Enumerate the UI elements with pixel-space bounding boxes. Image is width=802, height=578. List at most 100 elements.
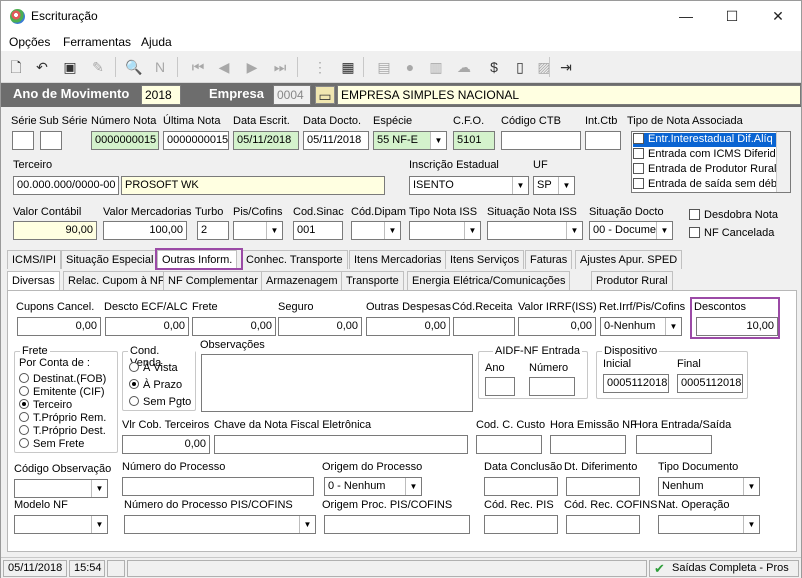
chevron-down-icon[interactable]: ▼ — [430, 132, 446, 149]
radio-circle[interactable] — [19, 373, 29, 383]
preview-icon[interactable]: 🔍 — [125, 58, 143, 76]
radio-circle[interactable] — [129, 362, 139, 372]
tipo-nota-item[interactable]: Entrada de saída sem débi — [633, 178, 776, 192]
codigo-ctb-field[interactable] — [501, 131, 581, 150]
tab-produtor-rural[interactable]: Produtor Rural — [591, 271, 673, 290]
descto-ecf-field[interactable]: 0,00 — [105, 317, 189, 336]
tab-energia-eletrica[interactable]: Energia Elétrica/Comunicações — [407, 271, 571, 290]
desdobra-checkbox[interactable]: Desdobra Nota — [689, 209, 778, 221]
tree-icon[interactable]: ⋮ — [311, 58, 329, 76]
chave-field[interactable] — [214, 435, 468, 454]
serie-field[interactable] — [12, 131, 34, 150]
first-record-icon[interactable]: ⏮ — [189, 58, 207, 76]
radio-circle[interactable] — [19, 399, 29, 409]
frete-radio-sem-frete[interactable]: Sem Frete — [19, 438, 84, 450]
tab-icms-ipi[interactable]: ICMS/IPI — [7, 250, 62, 269]
cfo-field[interactable]: 5101 — [453, 131, 495, 150]
final-field[interactable]: 0005112018 — [677, 374, 743, 393]
origem-select[interactable]: 0 - Nenhum ▼ — [324, 477, 422, 496]
cod-sinac-field[interactable]: 001 — [293, 221, 343, 240]
turbo-field[interactable]: 2 — [197, 221, 229, 240]
radio-circle[interactable] — [19, 438, 29, 448]
frete-radio-fob[interactable]: Destinat.(FOB) — [19, 373, 106, 385]
chevron-down-icon[interactable]: ▼ — [299, 516, 315, 533]
radio-circle[interactable] — [19, 412, 29, 422]
chevron-down-icon[interactable]: ▼ — [405, 478, 421, 495]
numero-nota-field[interactable]: 0000000015 — [91, 131, 159, 150]
exit-icon[interactable]: ⇥ — [557, 58, 575, 76]
cloud-icon[interactable]: ☁ — [455, 58, 473, 76]
cond-radio-sem-pgto[interactable]: Sem Pgto — [129, 396, 191, 408]
frete-radio-terceiro[interactable]: Terceiro — [19, 399, 72, 411]
hora-entrada-field[interactable] — [636, 435, 712, 454]
tab-transporte[interactable]: Transporte — [341, 271, 404, 290]
data-conclusao-field[interactable] — [484, 477, 558, 496]
cod-dipam-select[interactable]: ▼ — [351, 221, 401, 240]
numero-aidf-field[interactable] — [529, 377, 575, 396]
next-record-icon[interactable]: ▶ — [243, 58, 261, 76]
tab-armazenagem[interactable]: Armazenagem — [261, 271, 343, 290]
ano-aidf-field[interactable] — [485, 377, 515, 396]
tab-nf-complementar[interactable]: NF Complementar — [163, 271, 263, 290]
book-icon[interactable]: ▯ — [511, 58, 529, 76]
inscricao-select[interactable]: ISENTO ▼ — [409, 176, 529, 195]
tipo-nota-item[interactable]: Entrada com ICMS Diferido — [633, 148, 776, 162]
tools-icon[interactable]: ▨ — [535, 58, 553, 76]
modelo-nf-select[interactable]: ▼ — [14, 515, 108, 534]
delete-icon[interactable]: ✎ — [89, 58, 107, 76]
money-icon[interactable]: $ — [485, 58, 503, 76]
num-proc-pis-select[interactable]: ▼ — [124, 515, 316, 534]
radio-circle[interactable] — [129, 379, 139, 389]
situacao-iss-select[interactable]: ▼ — [487, 221, 583, 240]
empresa-code-field[interactable]: 0004 — [273, 85, 311, 105]
irrf-field[interactable]: 0,00 — [518, 317, 596, 336]
tab-faturas[interactable]: Faturas — [525, 250, 573, 269]
chevron-down-icon[interactable]: ▼ — [384, 222, 400, 239]
cod-rec-pis-field[interactable] — [484, 515, 558, 534]
pis-cofins-select[interactable]: ▼ — [233, 221, 283, 240]
tipo-nota-item[interactable]: Entrada de Produtor Rural — [633, 163, 776, 177]
subserie-field[interactable] — [40, 131, 62, 150]
tab-relac-cupom[interactable]: Relac. Cupom à NF — [63, 271, 170, 290]
document-icon[interactable]: ▤ — [375, 58, 393, 76]
vlr-cob-field[interactable]: 0,00 — [122, 435, 210, 454]
ret-select[interactable]: 0-Nenhum ▼ — [600, 317, 682, 336]
especie-select[interactable]: 55 NF-E ▼ — [373, 131, 447, 150]
uf-select[interactable]: SP ▼ — [533, 176, 575, 195]
tab-conhec-transporte[interactable]: Conhec. Transporte — [241, 250, 348, 269]
close-button[interactable]: ✕ — [755, 1, 801, 31]
chevron-down-icon[interactable]: ▼ — [464, 222, 480, 239]
chevron-down-icon[interactable]: ▼ — [743, 516, 759, 533]
int-ctb-field[interactable] — [585, 131, 621, 150]
seguro-field[interactable]: 0,00 — [278, 317, 362, 336]
cod-obs-select[interactable]: ▼ — [14, 479, 108, 498]
tipo-doc-select[interactable]: Nenhum ▼ — [658, 477, 760, 496]
chevron-down-icon[interactable]: ▼ — [91, 480, 107, 497]
chevron-down-icon[interactable]: ▼ — [512, 177, 528, 194]
tipo-nota-item[interactable]: Entr.Interestadual Dif.Alíq — [633, 133, 776, 147]
observacoes-field[interactable] — [201, 354, 473, 412]
minimize-button[interactable]: — — [663, 1, 709, 31]
frete-radio-proprio-rem[interactable]: T.Próprio Rem. — [19, 412, 106, 424]
tab-diversas[interactable]: Diversas — [7, 271, 60, 291]
dt-diferimento-field[interactable] — [566, 477, 640, 496]
scrollbar[interactable] — [776, 132, 790, 192]
cod-rec-cofins-field[interactable] — [566, 515, 640, 534]
menu-ajuda[interactable]: Ajuda — [141, 35, 172, 49]
cupons-field[interactable]: 0,00 — [17, 317, 101, 336]
frete-radio-cif[interactable]: Emitente (CIF) — [19, 386, 105, 398]
chevron-down-icon[interactable]: ▼ — [558, 177, 574, 194]
nat-op-select[interactable]: ▼ — [658, 515, 760, 534]
tab-ajustes-apur-sped[interactable]: Ajustes Apur. SPED — [575, 250, 683, 269]
chevron-down-icon[interactable]: ▼ — [566, 222, 582, 239]
folders-icon[interactable]: ▥ — [427, 58, 445, 76]
chevron-down-icon[interactable]: ▼ — [656, 222, 672, 239]
checkbox-box[interactable] — [689, 209, 700, 220]
situacao-docto-select[interactable]: 00 - Documen ▼ — [589, 221, 673, 240]
radio-circle[interactable] — [19, 386, 29, 396]
frete-radio-proprio-dest[interactable]: T.Próprio Dest. — [19, 425, 106, 437]
tab-situacao-especial[interactable]: Situação Especial — [61, 250, 159, 269]
chevron-down-icon[interactable]: ▼ — [743, 478, 759, 495]
radio-circle[interactable] — [19, 425, 29, 435]
undo-icon[interactable]: ↶ — [33, 58, 51, 76]
